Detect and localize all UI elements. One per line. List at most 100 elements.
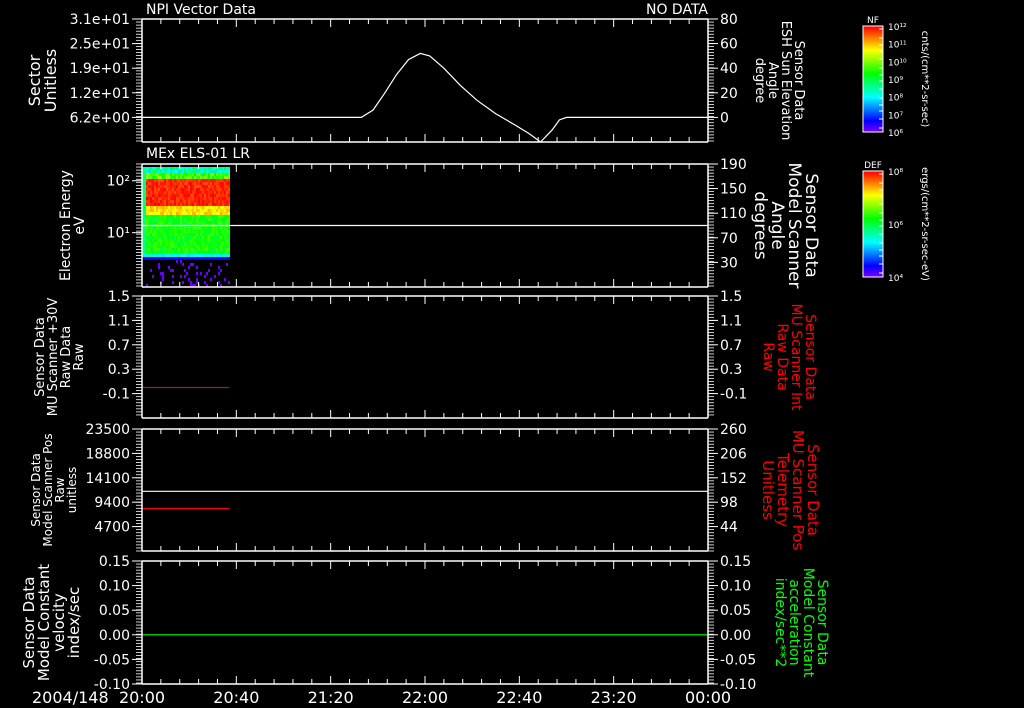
- spectrogram-cell: [188, 266, 190, 269]
- colorbar-tick-label: 10¹⁰: [888, 58, 907, 68]
- spectrogram-cell: [210, 254, 212, 257]
- spectrogram-cell: [174, 185, 176, 188]
- spectrogram-cell: [220, 194, 222, 197]
- spectrogram-cell: [202, 245, 204, 248]
- spectrogram-cell: [170, 233, 172, 236]
- spectrogram-cell: [214, 194, 216, 197]
- spectrogram-cell: [190, 236, 192, 239]
- spectrogram-cell: [188, 227, 190, 230]
- spectrogram-cell: [196, 200, 198, 203]
- spectrogram-cell: [176, 203, 178, 206]
- spectrogram-cell: [160, 212, 162, 215]
- spectrogram-cell: [156, 182, 158, 185]
- spectrogram-cell: [168, 200, 170, 203]
- spectrogram-cell: [146, 206, 148, 209]
- spectrogram-cell: [198, 233, 200, 236]
- spectrogram-cell: [154, 185, 156, 188]
- spectrogram-cell: [210, 248, 212, 251]
- spectrogram-cell: [194, 167, 196, 170]
- spectrogram-cell: [158, 254, 160, 257]
- right-tick-label: 206: [720, 446, 747, 462]
- spectrogram-cell: [164, 197, 166, 200]
- spectrogram-cell: [200, 239, 202, 242]
- spectrogram-cell: [144, 200, 146, 203]
- spectrogram-cell: [208, 170, 210, 173]
- spectrogram-cell: [200, 257, 202, 260]
- spectrogram-cell: [218, 257, 220, 260]
- spectrogram-cell: [220, 254, 222, 257]
- spectrogram-cell: [150, 227, 152, 230]
- spectrogram-cell: [214, 203, 216, 206]
- spectrogram-cell: [226, 206, 228, 209]
- spectrogram-cell: [218, 206, 220, 209]
- spectrogram-cell: [160, 257, 162, 260]
- spectrogram-cell: [218, 200, 220, 203]
- spectrogram-cell: [188, 254, 190, 257]
- spectrogram-cell: [154, 239, 156, 242]
- spectrogram-cell: [156, 200, 158, 203]
- spectrogram-cell: [184, 170, 186, 173]
- spectrogram-cell: [148, 215, 150, 218]
- spectrogram-cell: [192, 221, 194, 224]
- spectrogram-cell: [176, 248, 178, 251]
- right-axis-label-line: Raw: [760, 342, 776, 371]
- right-tick-label: 40: [720, 61, 738, 77]
- spectrogram-cell: [196, 221, 198, 224]
- spectrogram-cell: [210, 209, 212, 212]
- spectrogram-cell: [148, 233, 150, 236]
- spectrogram-cell: [144, 245, 146, 248]
- spectrogram-cell: [194, 248, 196, 251]
- spectrogram-cell: [170, 179, 172, 182]
- spectrogram-cell: [208, 236, 210, 239]
- spectrogram-cell: [144, 236, 146, 239]
- spectrogram-cell: [206, 227, 208, 230]
- spectrogram-cell: [164, 239, 166, 242]
- spectrogram-cell: [176, 245, 178, 248]
- spectrogram-cell: [218, 167, 220, 170]
- spectrogram-cell: [174, 176, 176, 179]
- spectrogram-cell: [166, 167, 168, 170]
- spectrogram-cell: [162, 248, 164, 251]
- spectrogram-cell: [164, 257, 166, 260]
- spectrogram-cell: [146, 167, 148, 170]
- spectrogram-cell: [156, 170, 158, 173]
- spectrogram-cell: [176, 206, 178, 209]
- spectrogram-cell: [156, 254, 158, 257]
- spectrogram-cell: [158, 227, 160, 230]
- spectrogram-cell: [146, 239, 148, 242]
- spectrogram-cell: [152, 239, 154, 242]
- spectrogram-cell: [206, 239, 208, 242]
- spectrogram-cell: [178, 179, 180, 182]
- spectrogram-cell: [184, 203, 186, 206]
- spectrogram-cell: [182, 185, 184, 188]
- spectrogram-cell: [166, 191, 168, 194]
- right-tick-label: 0: [720, 110, 729, 126]
- spectrogram-cell: [168, 194, 170, 197]
- spectrogram-cell: [194, 227, 196, 230]
- spectrogram-cell: [202, 248, 204, 251]
- spectrogram-cell: [184, 182, 186, 185]
- spectrogram-cell: [196, 176, 198, 179]
- spectrogram-cell: [190, 251, 192, 254]
- spectrogram-cell: [148, 203, 150, 206]
- spectrogram-cell: [190, 197, 192, 200]
- spectrogram-cell: [206, 248, 208, 251]
- spectrogram-cell: [198, 251, 200, 254]
- spectrogram-cell: [212, 239, 214, 242]
- spectrogram-cell: [174, 167, 176, 170]
- spectrogram-cell: [148, 167, 150, 170]
- spectrogram-cell: [194, 215, 196, 218]
- spectrogram-cell: [178, 194, 180, 197]
- spectrogram-cell: [196, 251, 198, 254]
- spectrogram-cell: [156, 251, 158, 254]
- time-tick-label: 20:00: [119, 688, 165, 707]
- spectrogram-cell: [182, 182, 184, 185]
- spectrogram-cell: [204, 170, 206, 173]
- spectrogram-cell: [200, 188, 202, 191]
- spectrogram-cell: [184, 233, 186, 236]
- spectrogram-cell: [216, 200, 218, 203]
- spectrogram-cell: [218, 197, 220, 200]
- spectrogram-cell: [224, 191, 226, 194]
- spectrogram-cell: [190, 254, 192, 257]
- spectrogram-cell: [170, 218, 172, 221]
